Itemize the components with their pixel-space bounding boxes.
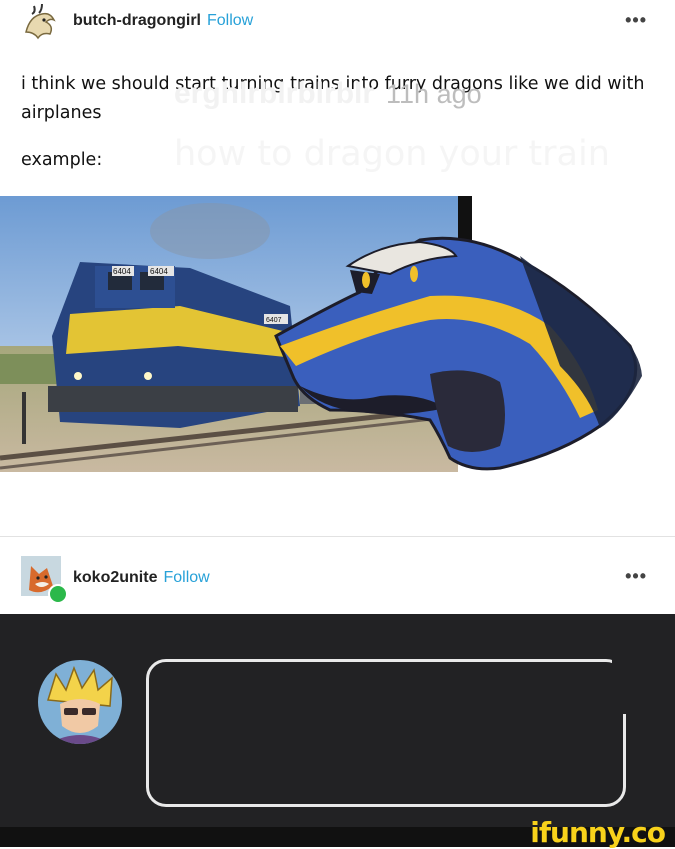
train-number-label: 6407 bbox=[266, 317, 282, 324]
divider bbox=[0, 536, 675, 537]
follow-button[interactable]: Follow bbox=[163, 569, 209, 586]
train-number-label: 6404 bbox=[113, 267, 131, 276]
post-image: 6404 6404 6407 bbox=[0, 196, 675, 472]
comment-author: erghlrblrblrblr 11h ago bbox=[174, 77, 482, 111]
reblog-header: koko2unite Follow ••• bbox=[0, 548, 675, 608]
post-username-text[interactable]: butch-dragongirl bbox=[73, 12, 201, 29]
reblog-username[interactable]: koko2unite Follow bbox=[73, 569, 210, 587]
comment-text: how to dragon your train bbox=[174, 134, 610, 174]
train-number-label: 6404 bbox=[150, 267, 168, 276]
dragon-avatar-icon bbox=[20, 2, 60, 42]
avatar[interactable] bbox=[38, 660, 122, 744]
reblog-username-text[interactable]: koko2unite bbox=[73, 569, 157, 586]
avatar[interactable] bbox=[20, 2, 60, 42]
comment-panel bbox=[0, 614, 675, 827]
train-dragon-illustration: 6404 6404 6407 bbox=[0, 196, 675, 472]
post-username[interactable]: butch-dragongirl Follow bbox=[73, 12, 253, 30]
anime-avatar-icon bbox=[38, 660, 122, 744]
comment-timestamp: 11h ago bbox=[386, 79, 482, 109]
comment-author-name[interactable]: erghlrblrblrblr bbox=[174, 77, 374, 110]
reblog-icon bbox=[48, 584, 68, 604]
comment-bubble bbox=[146, 659, 626, 807]
follow-button[interactable]: Follow bbox=[207, 12, 253, 29]
more-options-button[interactable]: ••• bbox=[625, 566, 647, 587]
ifunny-watermark: ifunny.co bbox=[530, 816, 666, 849]
more-options-button[interactable]: ••• bbox=[625, 10, 647, 31]
post-header: butch-dragongirl Follow ••• bbox=[0, 0, 675, 46]
bubble-gap bbox=[612, 654, 638, 714]
